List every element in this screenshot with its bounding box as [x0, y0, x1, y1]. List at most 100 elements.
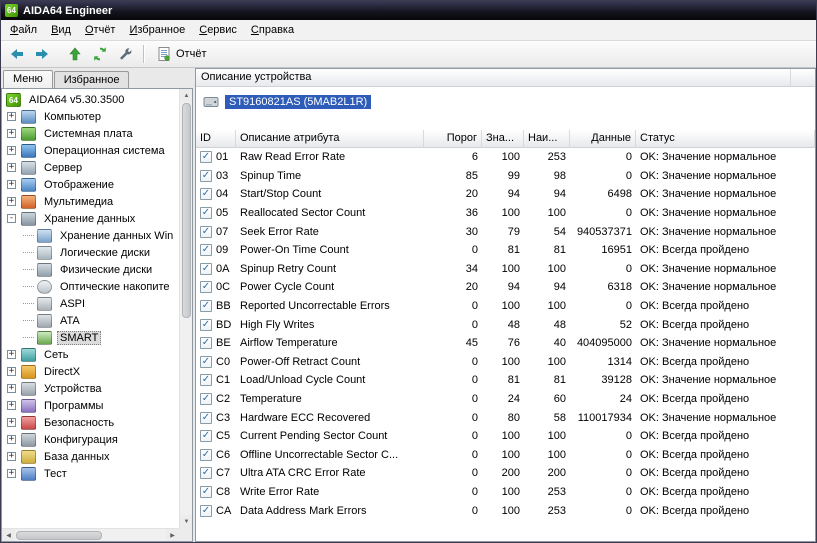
tree-item[interactable]: ASPI: [2, 295, 179, 312]
attribute-checkbox[interactable]: ✓: [200, 300, 212, 313]
menu-item-4[interactable]: Сервис: [192, 21, 244, 39]
scroll-down-icon[interactable]: [180, 515, 192, 528]
refresh-button[interactable]: [88, 43, 111, 65]
tree-item-label[interactable]: Устройства: [41, 382, 105, 396]
tree-item-label[interactable]: Тест: [41, 467, 70, 481]
column-header-6[interactable]: Статус: [636, 130, 815, 147]
tree-vertical-scrollbar[interactable]: [179, 89, 192, 528]
table-row[interactable]: ✓ BE Airflow Temperature 45 76 40 404095000 OK:…: [196, 334, 815, 353]
device-description-column-header[interactable]: Описание устройства: [196, 69, 791, 86]
tree-item[interactable]: + Конфигурация: [2, 431, 179, 448]
attribute-checkbox[interactable]: ✓: [200, 448, 212, 461]
table-row[interactable]: ✓ 03 Spinup Time 85 99 98 0 OK: Значение нормал…: [196, 167, 815, 186]
tree-item-label[interactable]: DirectX: [41, 365, 83, 379]
tree-item-label[interactable]: База данных: [41, 450, 113, 464]
column-header-1[interactable]: Описание атрибута: [236, 130, 424, 147]
tree-item[interactable]: + Безопасность: [2, 414, 179, 431]
collapse-icon[interactable]: -: [7, 214, 16, 223]
tree-item[interactable]: ATA: [2, 312, 179, 329]
tree-item[interactable]: Оптические накопите: [2, 278, 179, 295]
attribute-checkbox[interactable]: ✓: [200, 485, 212, 498]
tree-item[interactable]: + Мультимедиа: [2, 193, 179, 210]
expand-icon[interactable]: +: [7, 469, 16, 478]
expand-icon[interactable]: +: [7, 418, 16, 427]
sidebar-tab-1[interactable]: Избранное: [53, 71, 130, 88]
table-row[interactable]: ✓ 01 Raw Read Error Rate 6 100 253 0 OK: Значен…: [196, 148, 815, 167]
menu-item-3[interactable]: Избранное: [122, 21, 192, 39]
table-row[interactable]: ✓ C5 Current Pending Sector Count 0 100 100 0 O…: [196, 427, 815, 446]
scroll-left-icon[interactable]: [2, 528, 15, 541]
tree-item[interactable]: + DirectX: [2, 363, 179, 380]
report-button[interactable]: Отчёт: [151, 43, 214, 65]
table-row[interactable]: ✓ C8 Write Error Rate 0 100 253 0 OK: Всегда пр…: [196, 483, 815, 502]
table-row[interactable]: ✓ BB Reported Uncorrectable Errors 0 100 100 0…: [196, 297, 815, 316]
column-header-5[interactable]: Данные: [570, 130, 636, 147]
selected-device-label[interactable]: ST9160821AS (5MAB2L1R): [225, 95, 372, 109]
tree-item-label[interactable]: Хранение данных: [41, 212, 138, 226]
attribute-checkbox[interactable]: ✓: [200, 467, 212, 480]
tree-item[interactable]: Физические диски: [2, 261, 179, 278]
table-row[interactable]: ✓ C2 Temperature 0 24 60 24 OK: Всегда пройдено: [196, 390, 815, 409]
tree-item[interactable]: Логические диски: [2, 244, 179, 261]
expand-icon[interactable]: +: [7, 197, 16, 206]
table-row[interactable]: ✓ 0A Spinup Retry Count 34 100 100 0 OK: Значен…: [196, 260, 815, 279]
tree-item-label[interactable]: Конфигурация: [41, 433, 121, 447]
tree-item-label[interactable]: Программы: [41, 399, 106, 413]
expand-icon[interactable]: +: [7, 452, 16, 461]
attribute-checkbox[interactable]: ✓: [200, 169, 212, 182]
tree-item-label[interactable]: Физические диски: [57, 263, 155, 277]
table-row[interactable]: ✓ CA Data Address Mark Errors 0 100 253 0 OK: В…: [196, 501, 815, 520]
scroll-right-icon[interactable]: [166, 528, 179, 541]
tree-item-label[interactable]: Логические диски: [57, 246, 153, 260]
attribute-checkbox[interactable]: ✓: [200, 374, 212, 387]
attribute-checkbox[interactable]: ✓: [200, 318, 212, 331]
tree-item-label[interactable]: Компьютер: [41, 110, 104, 124]
table-row[interactable]: ✓ C7 Ultra ATA CRC Error Rate 0 200 200 0 OK: В…: [196, 464, 815, 483]
sidebar-tab-0[interactable]: Меню: [3, 70, 53, 88]
tree-item[interactable]: + Устройства: [2, 380, 179, 397]
attribute-checkbox[interactable]: ✓: [200, 430, 212, 443]
menu-item-2[interactable]: Отчёт: [78, 21, 123, 39]
tree-item[interactable]: + Компьютер: [2, 108, 179, 125]
tree-item-label[interactable]: Оптические накопите: [57, 280, 173, 294]
expand-icon[interactable]: +: [7, 350, 16, 359]
expand-icon[interactable]: +: [7, 163, 16, 172]
table-row[interactable]: ✓ BD High Fly Writes 0 48 48 52 OK: Всегда прой…: [196, 315, 815, 334]
tree-item[interactable]: + Сервер: [2, 159, 179, 176]
attribute-checkbox[interactable]: ✓: [200, 188, 212, 201]
tree-item[interactable]: - Хранение данных: [2, 210, 179, 227]
tree-item-label[interactable]: Безопасность: [41, 416, 117, 430]
tree-item-label[interactable]: ASPI: [57, 297, 88, 311]
attribute-checkbox[interactable]: ✓: [200, 281, 212, 294]
attribute-checkbox[interactable]: ✓: [200, 207, 212, 220]
forward-button[interactable]: [30, 43, 53, 65]
attribute-checkbox[interactable]: ✓: [200, 262, 212, 275]
table-row[interactable]: ✓ C1 Load/Unload Cycle Count 0 81 81 39128 OK: …: [196, 371, 815, 390]
tree-item[interactable]: SMART: [2, 329, 179, 346]
back-button[interactable]: [5, 43, 28, 65]
tree-item[interactable]: 64 AIDA64 v5.30.3500: [2, 91, 179, 108]
device-row[interactable]: ST9160821AS (5MAB2L1R): [203, 95, 815, 109]
attribute-checkbox[interactable]: ✓: [200, 504, 212, 517]
tree-item-label[interactable]: Операционная система: [41, 144, 168, 158]
column-header-3[interactable]: Зна...: [482, 130, 524, 147]
horizontal-scroll-thumb[interactable]: [16, 530, 102, 540]
table-row[interactable]: ✓ 04 Start/Stop Count 20 94 94 6498 OK: Значени…: [196, 185, 815, 204]
tree-item-label[interactable]: SMART: [57, 330, 102, 345]
expand-icon[interactable]: +: [7, 146, 16, 155]
attribute-checkbox[interactable]: ✓: [200, 411, 212, 424]
tree-item[interactable]: + Отображение: [2, 176, 179, 193]
tree-item-label[interactable]: Отображение: [41, 178, 117, 192]
attribute-checkbox[interactable]: ✓: [200, 355, 212, 368]
table-row[interactable]: ✓ C3 Hardware ECC Recovered 0 80 58 110017934 O…: [196, 408, 815, 427]
tree-item[interactable]: + Операционная система: [2, 142, 179, 159]
attribute-checkbox[interactable]: ✓: [200, 337, 212, 350]
table-row[interactable]: ✓ C0 Power-Off Retract Count 0 100 100 1314 OK:…: [196, 353, 815, 372]
vertical-scroll-thumb[interactable]: [181, 103, 191, 318]
attribute-checkbox[interactable]: ✓: [200, 225, 212, 238]
tree-item[interactable]: Хранение данных Win: [2, 227, 179, 244]
menu-item-1[interactable]: Вид: [44, 21, 78, 39]
attribute-checkbox[interactable]: ✓: [200, 393, 212, 406]
tree-item-label[interactable]: ATA: [57, 314, 83, 328]
expand-icon[interactable]: +: [7, 401, 16, 410]
